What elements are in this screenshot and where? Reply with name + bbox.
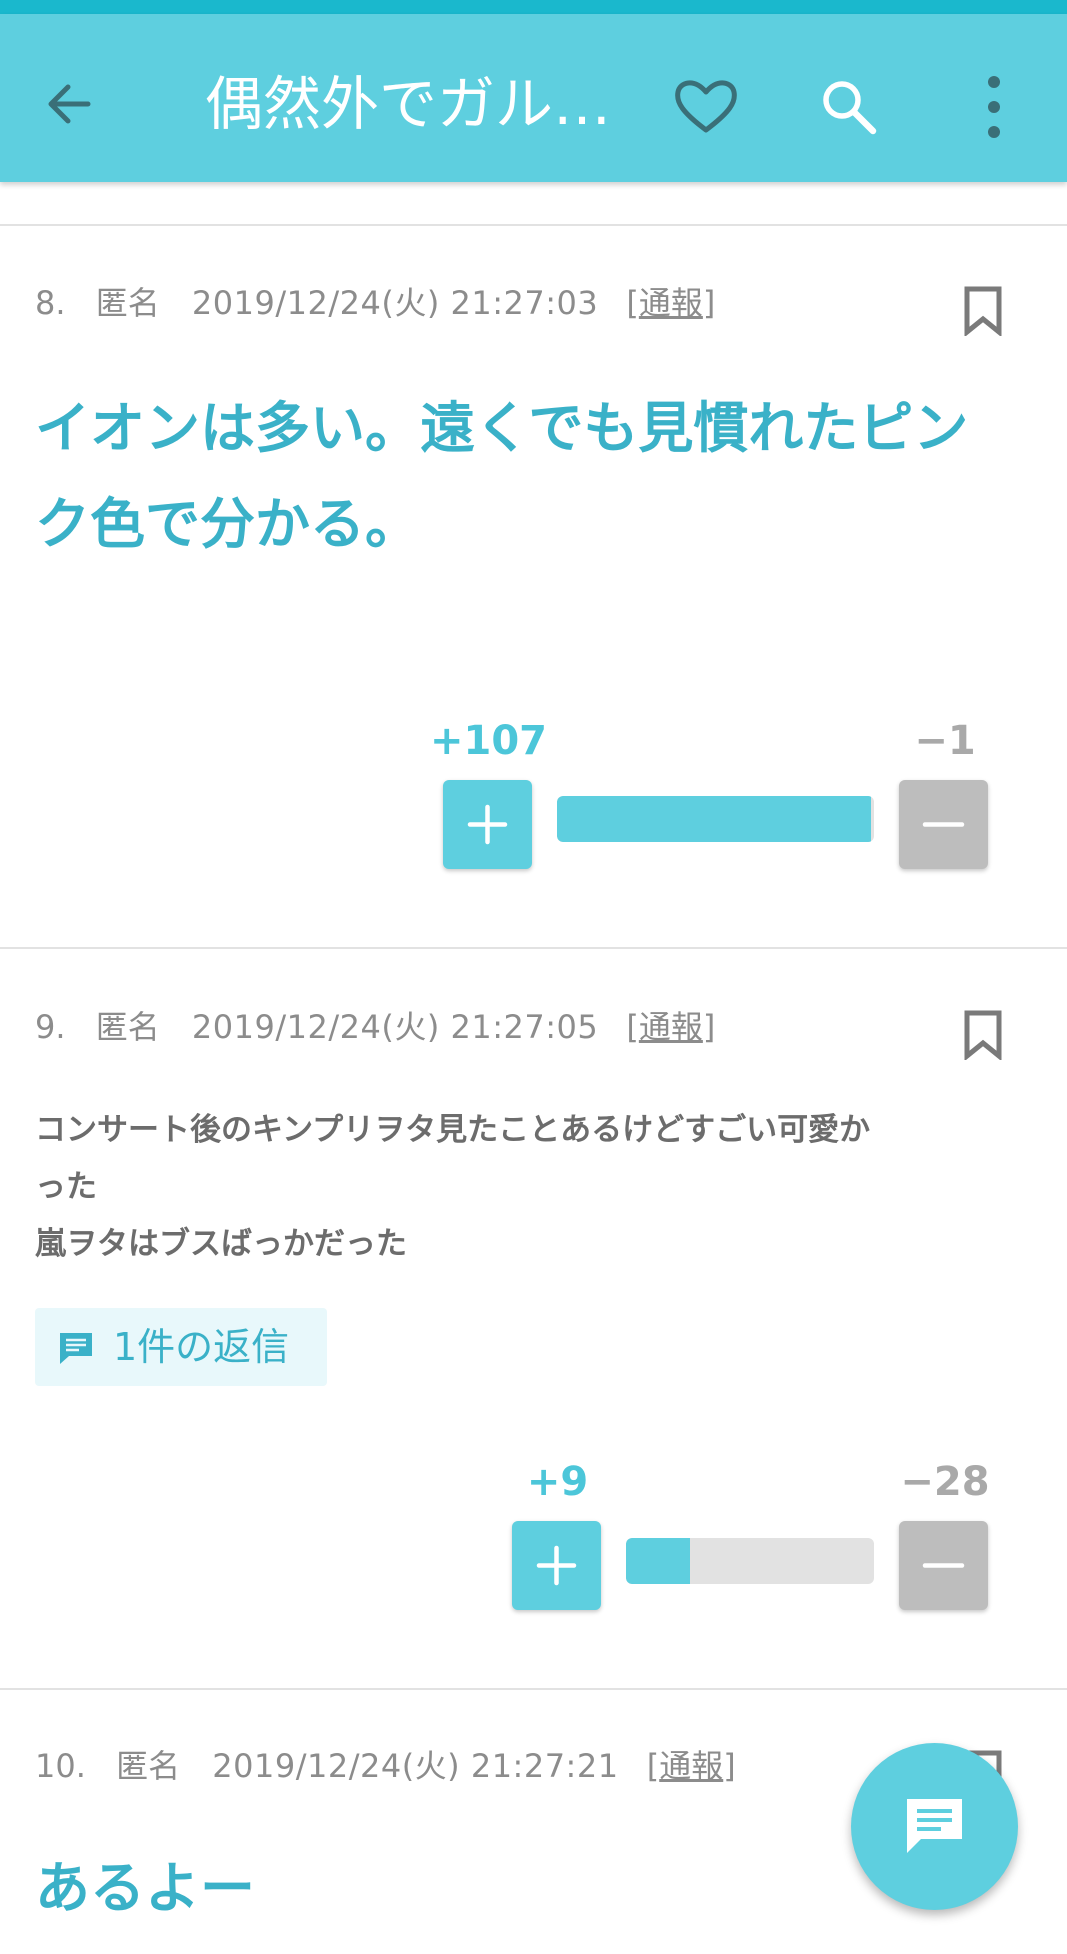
comment-author: 匿名: [95, 1008, 160, 1046]
comment-divider: [0, 224, 1067, 226]
comment-date: 2019/12/24(火) 21:27:03: [191, 284, 599, 322]
plus-vote-button[interactable]: [512, 1521, 601, 1610]
bookmark-icon: [964, 286, 1002, 338]
favorite-button[interactable]: [672, 76, 740, 136]
comment-meta: 9. 匿名 2019/12/24(火) 21:27:05 [通報]: [35, 1002, 715, 1052]
vote-ratio-fill: [626, 1538, 691, 1584]
comment-body-line: コンサート後のキンプリヲタ見たことあるけどすごい可愛か: [35, 1112, 871, 1148]
comment-date: 2019/12/24(火) 21:27:05: [191, 1008, 599, 1046]
comment-author: 匿名: [95, 284, 160, 322]
comment-meta: 10. 匿名 2019/12/24(火) 21:27:21 [通報]: [35, 1741, 736, 1791]
minus-vote-button[interactable]: [899, 780, 988, 869]
report-bracket-close: ]: [702, 1008, 716, 1046]
replies-label: 1件の返信: [113, 1325, 290, 1369]
post-comment-fab[interactable]: [851, 1743, 1018, 1910]
status-bar: [0, 0, 1067, 14]
comment-body: コンサート後のキンプリヲタ見たことあるけどすごい可愛か った 嵐ヲタはブスばっか…: [35, 1102, 1015, 1273]
arrow-back-icon: [48, 84, 91, 124]
report-bracket-close: ]: [723, 1747, 736, 1785]
report-link[interactable]: 通報: [639, 1008, 703, 1046]
report-link[interactable]: 通報: [639, 284, 703, 322]
comment-date: 2019/12/24(火) 21:27:21: [212, 1747, 619, 1785]
search-icon: [823, 81, 877, 135]
search-button[interactable]: [818, 76, 880, 138]
app-bar: 偶然外でガル…: [0, 14, 1067, 182]
more-vert-icon: [988, 76, 1000, 138]
vote-ratio-bar: [557, 796, 874, 842]
minus-vote-button[interactable]: [899, 1521, 988, 1610]
page-title: 偶然外でガル…: [205, 70, 612, 138]
report-bracket-open: [: [626, 284, 639, 322]
plus-count: +107: [430, 718, 548, 764]
bookmark-button[interactable]: [963, 286, 1003, 338]
comment-number: 9.: [35, 1008, 66, 1046]
more-options-button[interactable]: [972, 72, 1016, 142]
replies-button[interactable]: 1件の返信: [35, 1308, 327, 1386]
minus-count: −28: [900, 1459, 990, 1505]
comment-meta: 8. 匿名 2019/12/24(火) 21:27:03 [通報]: [35, 278, 715, 328]
comment-number: 10.: [35, 1747, 86, 1785]
report-link[interactable]: 通報: [659, 1747, 723, 1785]
report-bracket-open: [: [626, 1008, 639, 1046]
minus-count: −1: [914, 718, 976, 764]
comment-icon: [907, 1799, 962, 1853]
comment-body-line: 嵐ヲタはブスばっかだった: [35, 1226, 407, 1262]
plus-vote-button[interactable]: [443, 780, 532, 869]
comment-body: イオンは多い。遠くでも見慣れたピンク色で分かる。: [35, 396, 969, 556]
bookmark-button[interactable]: [963, 1010, 1003, 1062]
plus-count: +9: [526, 1459, 589, 1505]
heart-outline-icon: [675, 80, 737, 133]
vote-ratio-bar: [626, 1538, 874, 1584]
comment-divider: [0, 947, 1067, 949]
comment-number: 8.: [35, 284, 66, 322]
minus-icon: [922, 822, 965, 827]
minus-icon: [922, 1563, 965, 1568]
plus-icon: [467, 804, 508, 845]
comment-author: 匿名: [116, 1747, 181, 1785]
report-bracket-open: [: [646, 1747, 660, 1785]
plus-icon: [536, 1545, 577, 1586]
comment-icon: [60, 1333, 92, 1364]
bookmark-icon: [964, 1010, 1002, 1062]
comment-body-line: った: [35, 1169, 97, 1205]
vote-ratio-fill: [557, 796, 871, 842]
comment-divider: [0, 1688, 1067, 1690]
report-bracket-close: ]: [702, 284, 716, 322]
back-button[interactable]: [38, 72, 102, 136]
